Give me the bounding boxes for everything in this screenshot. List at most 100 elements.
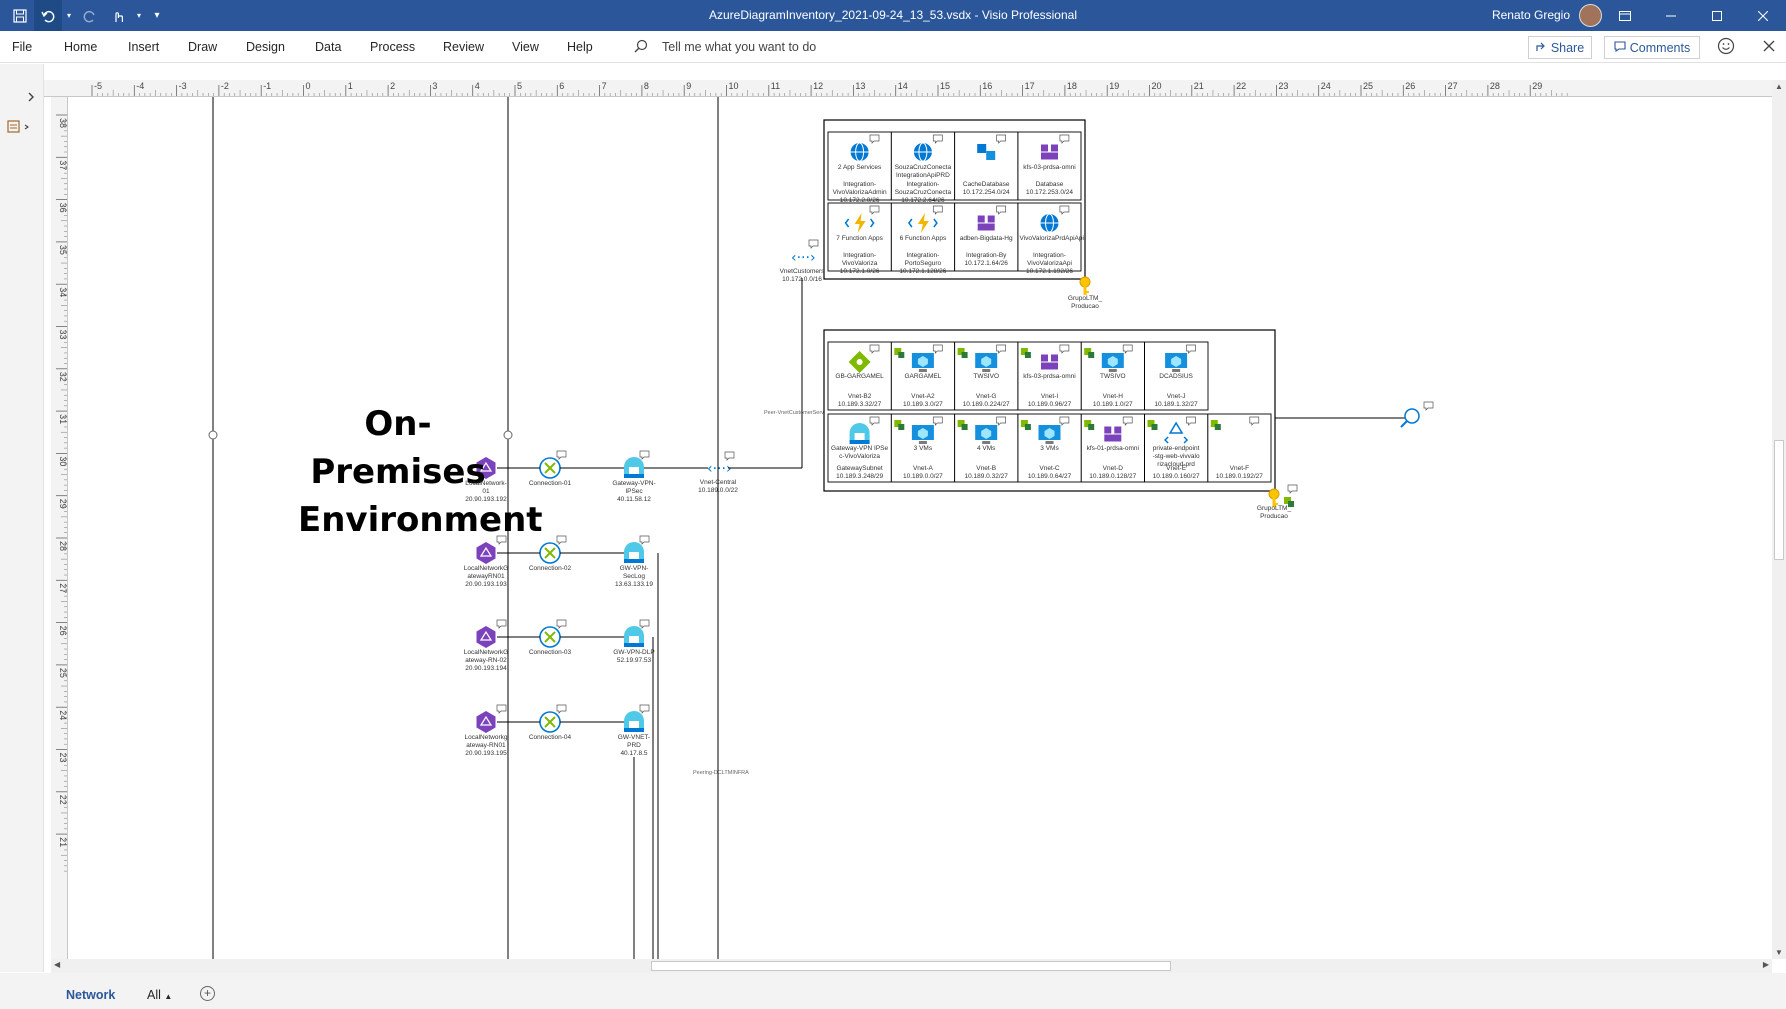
ruler-vertical[interactable]: 38 37 36 35 34 33 32 31 30 29 28 27 26 25 24 23 22 21 bbox=[51, 97, 68, 959]
comment-icon[interactable] bbox=[496, 619, 507, 629]
comment-icon[interactable] bbox=[1059, 134, 1070, 144]
cluster-node-icon[interactable] bbox=[987, 223, 995, 231]
cluster-node-icon[interactable] bbox=[977, 215, 985, 223]
comment-icon[interactable] bbox=[932, 134, 943, 144]
cluster-node-icon[interactable] bbox=[1051, 144, 1058, 152]
ribbon-display-options-icon[interactable] bbox=[1602, 0, 1648, 31]
feedback-smiley-icon[interactable] bbox=[1717, 37, 1735, 60]
cluster-node-icon[interactable] bbox=[1051, 354, 1058, 362]
comment-icon[interactable] bbox=[556, 619, 567, 629]
comments-button[interactable]: Comments bbox=[1604, 36, 1700, 59]
tab-insert[interactable]: Insert bbox=[128, 40, 159, 54]
comment-icon[interactable] bbox=[869, 134, 880, 144]
collapse-ribbon-icon[interactable] bbox=[1763, 39, 1775, 57]
comment-icon[interactable] bbox=[996, 416, 1006, 426]
local-network-gateway-icon[interactable] bbox=[476, 626, 496, 648]
share-button[interactable]: Share bbox=[1528, 36, 1592, 59]
comment-icon[interactable] bbox=[869, 344, 880, 354]
comment-icon[interactable] bbox=[869, 205, 880, 215]
on-premises-heading[interactable]: On-Premises Environment bbox=[298, 400, 543, 544]
cluster-node-icon[interactable] bbox=[1114, 434, 1122, 442]
local-network-gateway-icon[interactable] bbox=[476, 542, 496, 564]
comment-icon[interactable] bbox=[1059, 205, 1070, 215]
cluster-node-icon[interactable] bbox=[1051, 362, 1058, 370]
tab-design[interactable]: Design bbox=[246, 40, 285, 54]
comment-icon[interactable] bbox=[1059, 344, 1070, 354]
comment-icon[interactable] bbox=[496, 704, 507, 714]
comment-icon[interactable] bbox=[556, 704, 567, 714]
expand-pane-icon[interactable] bbox=[26, 89, 36, 107]
comment-icon[interactable] bbox=[1122, 416, 1133, 426]
function-app-icon[interactable] bbox=[917, 213, 929, 233]
comment-icon[interactable] bbox=[724, 451, 735, 461]
selection-handle[interactable] bbox=[208, 430, 218, 440]
cluster-node-icon[interactable] bbox=[1104, 434, 1112, 442]
comment-icon[interactable] bbox=[1186, 344, 1196, 354]
comment-icon[interactable] bbox=[556, 450, 567, 460]
comment-icon[interactable] bbox=[1287, 484, 1298, 494]
comment-icon[interactable] bbox=[1423, 401, 1434, 411]
comment-icon[interactable] bbox=[932, 416, 943, 426]
user-name[interactable]: Renato Gregio bbox=[1492, 8, 1570, 22]
cluster-node-icon[interactable] bbox=[1104, 426, 1112, 434]
shapes-icon[interactable] bbox=[7, 119, 31, 140]
selection-handle[interactable] bbox=[503, 430, 513, 440]
comment-icon[interactable] bbox=[996, 205, 1006, 215]
vnet-icon[interactable]: ‹···› bbox=[791, 250, 816, 266]
tab-data[interactable]: Data bbox=[315, 40, 341, 54]
cluster-node-icon[interactable] bbox=[1041, 354, 1048, 362]
comment-icon[interactable] bbox=[1122, 344, 1133, 354]
cluster-node-icon[interactable] bbox=[1051, 152, 1058, 160]
tab-view[interactable]: View bbox=[512, 40, 539, 54]
tell-me-input[interactable]: Tell me what you want to do bbox=[662, 40, 816, 54]
comment-icon[interactable] bbox=[1249, 416, 1260, 426]
tab-process[interactable]: Process bbox=[370, 40, 415, 54]
group-key-icon[interactable] bbox=[1079, 276, 1091, 288]
minimize-icon[interactable] bbox=[1648, 0, 1694, 31]
comment-icon[interactable] bbox=[932, 205, 943, 215]
tab-review[interactable]: Review bbox=[443, 40, 484, 54]
comment-icon[interactable] bbox=[1059, 416, 1070, 426]
comment-icon[interactable] bbox=[639, 535, 650, 545]
add-page-icon[interactable]: + bbox=[200, 986, 215, 1001]
comment-icon[interactable] bbox=[932, 344, 943, 354]
horizontal-scrollbar[interactable]: ◀ ▶ bbox=[51, 959, 1772, 973]
cluster-node-icon[interactable] bbox=[1041, 362, 1048, 370]
drawing-canvas[interactable]: ‹···› ‹···› Peer-VnetCustomerServ Peering-D… bbox=[68, 97, 1772, 959]
tab-help[interactable]: Help bbox=[567, 40, 593, 54]
cluster-node-icon[interactable] bbox=[987, 215, 995, 223]
scroll-up-icon[interactable]: ▲ bbox=[1775, 82, 1783, 91]
scroll-right-icon[interactable]: ▶ bbox=[1763, 960, 1769, 969]
horizontal-scroll-thumb[interactable] bbox=[651, 961, 1171, 971]
ruler-horizontal[interactable]: -5 -4 -3 -2 -1 0 1 2 3 4 5 6 7 8 9 10 11 12 13 14 15 16 17 18 19… bbox=[44, 80, 1772, 97]
group-key-icon[interactable] bbox=[1268, 488, 1280, 500]
magnifier-icon[interactable] bbox=[1404, 408, 1420, 424]
local-network-gateway-icon[interactable] bbox=[476, 711, 496, 733]
comment-icon[interactable] bbox=[996, 134, 1006, 144]
vertical-scrollbar[interactable]: ▲ ▼ bbox=[1772, 80, 1786, 959]
scroll-down-icon[interactable]: ▼ bbox=[1775, 948, 1783, 957]
comment-icon[interactable] bbox=[1186, 416, 1196, 426]
private-endpoint-icon[interactable] bbox=[1168, 421, 1184, 434]
cluster-node-icon[interactable] bbox=[1114, 426, 1122, 434]
close-icon[interactable] bbox=[1740, 0, 1786, 31]
comment-icon[interactable] bbox=[639, 450, 650, 460]
tab-file[interactable]: File bbox=[12, 40, 32, 54]
tab-draw[interactable]: Draw bbox=[188, 40, 217, 54]
page-tab-all[interactable]: All ▲ bbox=[147, 988, 172, 1002]
comment-icon[interactable] bbox=[639, 704, 650, 714]
cluster-node-icon[interactable] bbox=[1041, 152, 1048, 160]
vnet-icon[interactable]: ‹···› bbox=[707, 461, 732, 477]
cluster-node-icon[interactable] bbox=[1041, 144, 1048, 152]
comment-icon[interactable] bbox=[996, 344, 1006, 354]
avatar[interactable] bbox=[1579, 4, 1602, 27]
tab-home[interactable]: Home bbox=[64, 40, 97, 54]
cluster-node-icon[interactable] bbox=[977, 223, 985, 231]
vertical-scroll-thumb[interactable] bbox=[1774, 440, 1784, 560]
cache-icon[interactable] bbox=[977, 144, 987, 153]
comment-icon[interactable] bbox=[808, 239, 819, 249]
comment-icon[interactable] bbox=[639, 619, 650, 629]
comment-icon[interactable] bbox=[556, 535, 567, 545]
scroll-left-icon[interactable]: ◀ bbox=[54, 960, 60, 969]
page-tab-network[interactable]: Network bbox=[66, 988, 115, 1002]
